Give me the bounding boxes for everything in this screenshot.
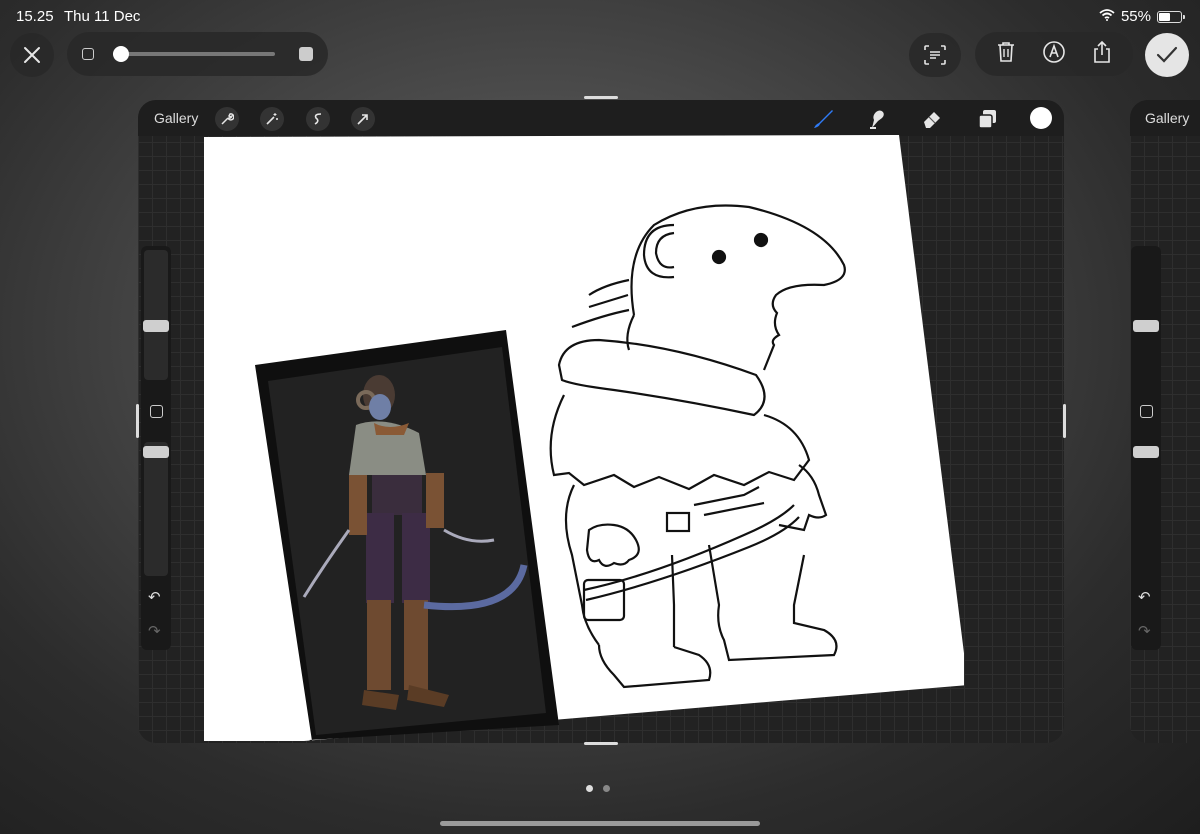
second-gallery-button[interactable]: Gallery xyxy=(1145,110,1189,126)
slider-track[interactable] xyxy=(113,52,275,56)
gallery-button[interactable]: Gallery xyxy=(154,110,198,126)
magic-wand-icon[interactable] xyxy=(260,107,284,131)
brush-size-handle[interactable] xyxy=(143,320,169,332)
second-undo-icon: ↶ xyxy=(1138,589,1151,606)
window-handle-top[interactable] xyxy=(584,96,618,99)
undo-icon[interactable]: ↶ xyxy=(148,588,161,606)
color-picker[interactable] xyxy=(1030,107,1052,129)
wrench-icon[interactable] xyxy=(215,107,239,131)
home-indicator[interactable] xyxy=(440,821,760,826)
window-handle-right[interactable] xyxy=(1063,404,1066,438)
small-square-icon xyxy=(82,48,94,60)
size-slider[interactable] xyxy=(67,32,328,76)
opacity-handle[interactable] xyxy=(143,446,169,458)
eraser-icon[interactable] xyxy=(919,106,945,132)
canvas-artwork[interactable] xyxy=(204,135,964,745)
share-icon xyxy=(1093,40,1110,63)
second-redo-icon: ↷ xyxy=(1138,623,1151,640)
smudge-icon[interactable] xyxy=(864,106,890,132)
brush-size-slider[interactable] xyxy=(144,250,168,380)
window-handle-left[interactable] xyxy=(136,404,139,438)
text-scan-icon xyxy=(924,45,946,65)
wifi-icon xyxy=(1099,8,1115,25)
status-time: 15.25 xyxy=(16,8,54,25)
slider-knob[interactable] xyxy=(113,46,130,62)
text-scan-button[interactable] xyxy=(909,33,961,77)
opacity-slider[interactable] xyxy=(144,442,168,576)
modify-button[interactable] xyxy=(150,405,163,418)
canvas-toolbar: Gallery xyxy=(138,100,1064,136)
trash-icon xyxy=(998,41,1015,62)
action-group xyxy=(975,32,1133,76)
redo-icon[interactable]: ↷ xyxy=(148,622,161,640)
large-square-icon xyxy=(299,47,313,61)
second-window-card[interactable]: Gallery ↶ ↷ xyxy=(1130,100,1200,743)
status-bar: 15.25 Thu 11 Dec 55% xyxy=(0,0,1200,32)
pen-circle-icon xyxy=(1043,40,1065,63)
share-button[interactable] xyxy=(1091,40,1113,69)
page-dot xyxy=(603,785,610,792)
status-date: Thu 11 Dec xyxy=(64,8,141,25)
second-card-sidebar: ↶ ↷ xyxy=(1131,246,1161,650)
transform-arrow-icon[interactable] xyxy=(351,107,375,131)
delete-button[interactable] xyxy=(995,40,1017,69)
page-indicator xyxy=(586,785,610,792)
layers-icon[interactable] xyxy=(974,106,1000,132)
second-opacity-handle xyxy=(1133,446,1159,458)
brush-sidebar: ↶ ↷ xyxy=(141,246,171,650)
close-icon xyxy=(24,47,40,63)
app-switcher-screen: 15.25 Thu 11 Dec 55% Gallery ↶ ↷ Gallery… xyxy=(0,0,1200,834)
battery-level xyxy=(1159,12,1170,21)
window-handle-bottom[interactable] xyxy=(584,742,618,745)
battery-icon xyxy=(1157,10,1185,23)
battery-percent: 55% xyxy=(1120,8,1151,25)
confirm-button[interactable] xyxy=(1145,33,1189,77)
second-modify-button xyxy=(1140,405,1153,418)
second-card-toolbar: Gallery xyxy=(1130,100,1200,136)
status-right: 55% xyxy=(1099,8,1185,25)
markup-button[interactable] xyxy=(1042,40,1066,69)
page-dot xyxy=(586,785,593,792)
second-brush-size-handle xyxy=(1133,320,1159,332)
close-button[interactable] xyxy=(10,33,54,77)
selection-icon[interactable] xyxy=(306,107,330,131)
checkmark-icon xyxy=(1156,46,1178,63)
brush-icon[interactable] xyxy=(810,106,836,132)
